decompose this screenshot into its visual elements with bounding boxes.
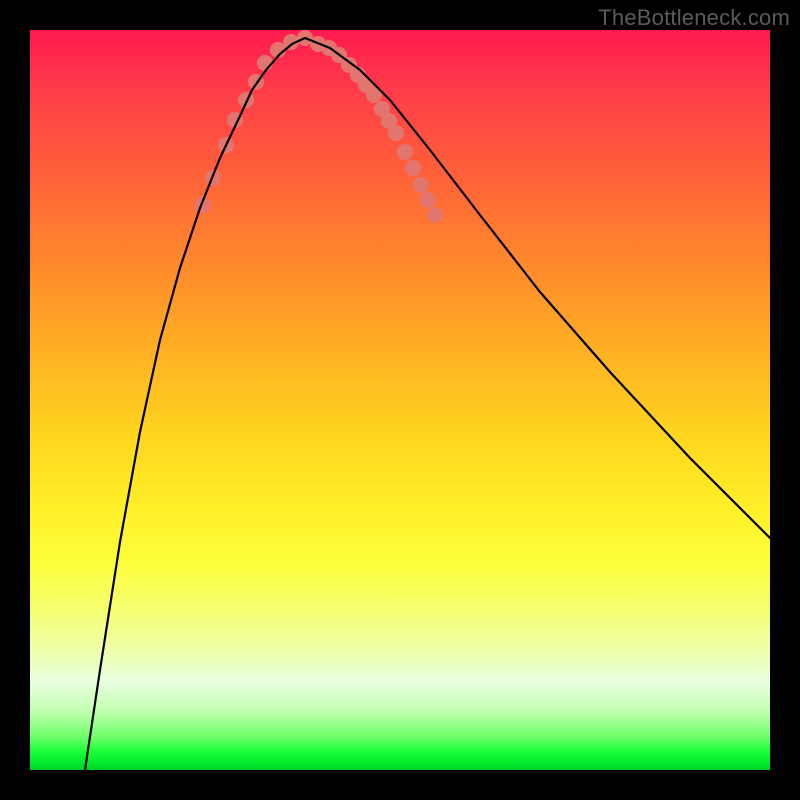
bottleneck-curve [85,38,770,770]
curve-svg [30,30,770,770]
highlight-near-minimum [203,38,435,215]
watermark-label: TheBottleneck.com [598,5,790,31]
plot-area [30,30,770,770]
chart-frame: TheBottleneck.com [0,0,800,800]
